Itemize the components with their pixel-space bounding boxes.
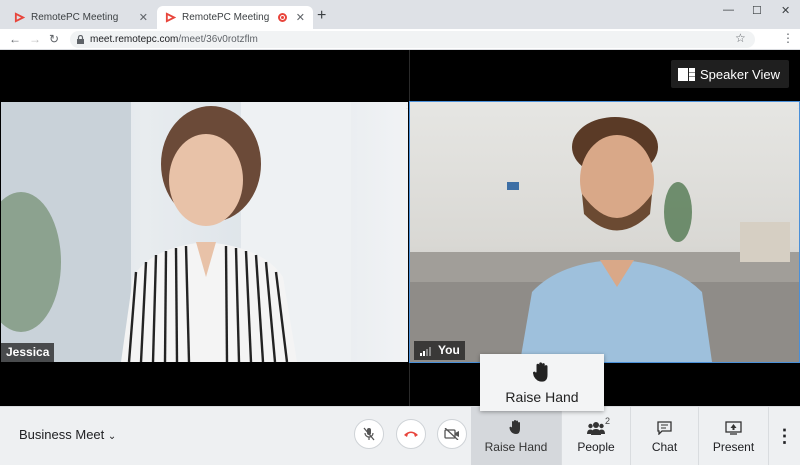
end-call-button[interactable] xyxy=(396,419,426,449)
video-tile-you[interactable]: ⋮ You xyxy=(409,101,800,363)
tile-options-icon[interactable]: ⋮ xyxy=(793,102,799,116)
browser-tab-bar: RemotePC Meeting ✕ RemotePC Meeting ✕ + … xyxy=(0,0,800,29)
video-tile-jessica[interactable]: ⋮ Jessica xyxy=(1,102,408,362)
participant-video xyxy=(1,102,351,362)
raise-hand-tooltip: Raise Hand xyxy=(480,354,604,411)
tab-remotepc-meeting-1[interactable]: RemotePC Meeting ✕ xyxy=(6,6,156,29)
address-bar[interactable]: meet.remotepc.com/meet/36v0rotzflm xyxy=(70,31,755,48)
people-count-badge: 2 xyxy=(605,416,611,426)
raise-hand-label: Raise Hand xyxy=(484,440,548,454)
hand-icon xyxy=(509,420,520,434)
present-label: Present xyxy=(712,440,755,454)
mute-microphone-button[interactable] xyxy=(354,419,384,449)
present-button[interactable]: Present xyxy=(698,407,768,465)
maximize-icon[interactable]: ☐ xyxy=(752,4,762,17)
lock-icon xyxy=(77,35,84,44)
meeting-window: RemotePC Meeting ✕ RemotePC Meeting ✕ + … xyxy=(0,0,800,465)
tab-remotepc-meeting-2[interactable]: RemotePC Meeting ✕ xyxy=(157,6,313,29)
forward-icon[interactable]: → xyxy=(29,32,41,46)
tile-options-icon[interactable]: ⋮ xyxy=(402,102,408,116)
more-options-button[interactable]: ⋮ xyxy=(768,407,800,465)
raise-hand-button[interactable]: Raise Hand xyxy=(471,407,561,465)
participant-name-you: You xyxy=(414,341,465,360)
meeting-name: Business Meet xyxy=(19,427,105,442)
browser-toolbar: ← → ↻ meet.remotepc.com/meet/36v0rotzflm… xyxy=(0,29,800,50)
new-tab-icon[interactable]: + xyxy=(317,7,326,25)
stop-video-button[interactable] xyxy=(437,419,467,449)
bookmark-star-icon[interactable]: ☆ xyxy=(735,31,746,45)
close-tab-icon[interactable]: ✕ xyxy=(296,11,305,24)
microphone-off-icon xyxy=(363,427,375,441)
people-button[interactable]: 2 People xyxy=(561,407,630,465)
minimize-icon[interactable]: — xyxy=(723,4,734,16)
meeting-name-dropdown[interactable]: Business Meet ⌄ xyxy=(19,427,116,442)
remotepc-logo-icon xyxy=(165,12,176,23)
participant-name-jessica: Jessica xyxy=(1,343,55,362)
people-icon xyxy=(587,422,605,435)
remotepc-logo-icon xyxy=(14,12,25,23)
self-video xyxy=(410,117,799,362)
chevron-down-icon: ⌄ xyxy=(107,431,117,442)
meeting-toolbar: Business Meet ⌄ Raise Hand 2 People Chat… xyxy=(0,406,800,465)
close-tab-icon[interactable]: ✕ xyxy=(139,11,148,24)
chat-label: Chat xyxy=(651,440,678,454)
tab-label: RemotePC Meeting xyxy=(31,12,119,23)
browser-menu-icon[interactable]: ⋮ xyxy=(782,31,794,45)
people-label: People xyxy=(577,440,615,454)
raise-hand-tooltip-label: Raise Hand xyxy=(505,389,579,405)
chat-button[interactable]: Chat xyxy=(630,407,698,465)
url-domain: meet.remotepc.com xyxy=(90,34,179,45)
speaker-view-label: Speaker View xyxy=(700,66,780,82)
more-options-icon: ⋮ xyxy=(775,426,794,446)
speaker-view-button[interactable]: Speaker View xyxy=(671,60,789,88)
camera-off-icon xyxy=(444,428,459,440)
signal-strength-icon xyxy=(420,347,431,356)
close-window-icon[interactable]: ✕ xyxy=(781,4,790,17)
tab-label: RemotePC Meeting xyxy=(182,12,270,23)
hand-icon xyxy=(533,362,548,382)
speaker-view-icon xyxy=(678,67,695,81)
present-screen-icon xyxy=(725,421,742,435)
url-path: /meet/36v0rotzflm xyxy=(178,34,258,45)
back-icon[interactable]: ← xyxy=(9,32,21,46)
hang-up-icon xyxy=(404,431,418,437)
recording-icon xyxy=(278,13,287,22)
chat-icon xyxy=(657,421,672,435)
reload-icon[interactable]: ↻ xyxy=(49,32,59,46)
